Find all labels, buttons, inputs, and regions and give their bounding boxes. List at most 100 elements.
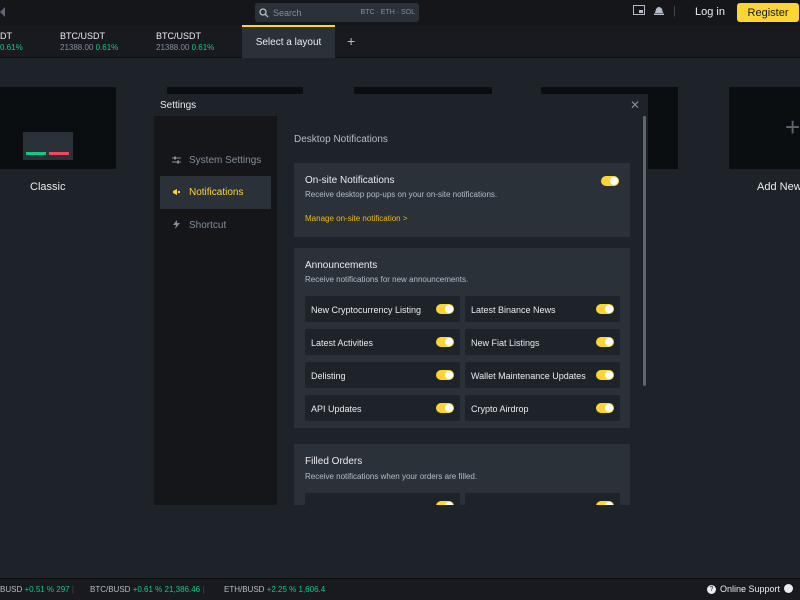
sliders-icon: [172, 156, 186, 166]
ticker-change: 0.61%: [191, 43, 215, 52]
collapse-arrow-icon[interactable]: [0, 7, 5, 17]
layout-label-classic: Classic: [30, 181, 66, 193]
option-label: New Cryptocurrency Listing: [311, 305, 422, 315]
announcements-desc: Receive notifications for new announceme…: [305, 275, 469, 284]
top-bar: Search BTC · ETH · SOL | Log in Register: [0, 0, 800, 25]
more-icon[interactable]: [784, 584, 793, 593]
layout-label-add-new: Add New: [757, 181, 800, 193]
search-tags: BTC · ETH · SOL: [360, 9, 415, 16]
ticker-price: 297: [56, 585, 70, 594]
onsite-desc: Receive desktop pop-ups on your on-site …: [305, 190, 498, 199]
modal-header: Settings ✕: [154, 94, 648, 116]
filled-orders-panel: Filled Orders Receive notifications when…: [294, 444, 630, 505]
ticker-change: +2.25 %: [266, 585, 297, 594]
option-label: Wallet Maintenance Updates: [471, 371, 586, 381]
filled-orders-title: Filled Orders: [305, 456, 363, 467]
register-button[interactable]: Register: [737, 3, 799, 22]
option-toggle[interactable]: [596, 337, 614, 347]
ticker-symbol: BTC/USDT: [156, 31, 201, 41]
bottom-ticker-item[interactable]: ETH/BUSD +2.25 % 1,606.4: [224, 585, 325, 594]
search-box[interactable]: Search BTC · ETH · SOL: [255, 3, 419, 22]
onsite-toggle[interactable]: [601, 176, 619, 186]
option-delisting: Delisting: [305, 362, 460, 388]
option-toggle[interactable]: [436, 370, 454, 380]
ticker-price: 0.61%: [0, 42, 23, 53]
tab-select-layout[interactable]: Select a layout: [242, 25, 335, 58]
option-label: API Updates: [311, 404, 362, 414]
option-latest-binance-news: Latest Binance News: [465, 296, 620, 322]
onsite-title: On-site Notifications: [305, 175, 395, 186]
sidebar-item-label: Notifications: [189, 187, 244, 198]
ticker-change: 0.61%: [95, 43, 119, 52]
option-crypto-airdrop: Crypto Airdrop: [465, 395, 620, 421]
section-title: Desktop Notifications: [294, 134, 388, 145]
option-latest-activities: Latest Activities: [305, 329, 460, 355]
content-scrollbar[interactable]: [643, 116, 646, 386]
ticker-change: 0.61%: [0, 43, 23, 52]
bolt-icon: [172, 220, 186, 231]
layout-card-add-new[interactable]: +: [729, 87, 800, 169]
ticker-price: 1,606.4: [298, 585, 326, 594]
support-label: Online Support: [720, 584, 781, 594]
ticker-symbol: DT: [0, 31, 12, 41]
bottom-ticker-item[interactable]: BUSD +0.51 % 297 |: [0, 585, 74, 594]
ticker-bar: DT 0.61% BTC/USDT 21388.00 0.61% BTC/USD…: [0, 25, 800, 58]
add-tab-icon[interactable]: +: [347, 33, 355, 49]
announcements-title: Announcements: [305, 260, 378, 271]
option-label: Delisting: [311, 371, 346, 381]
sidebar-item-label: Shortcut: [189, 220, 227, 231]
option-toggle[interactable]: [436, 403, 454, 413]
close-icon[interactable]: ✕: [630, 98, 640, 112]
plus-icon: +: [785, 112, 800, 142]
settings-content: Desktop Notifications On-site Notificati…: [277, 116, 648, 505]
modal-title: Settings: [160, 100, 197, 111]
option-toggle[interactable]: [436, 501, 454, 505]
filled-orders-desc: Receive notifications when your orders a…: [305, 472, 478, 481]
onsite-panel: On-site Notifications Receive desktop po…: [294, 163, 630, 237]
settings-modal: Settings ✕ System Settings Notifications…: [154, 94, 648, 505]
option-toggle[interactable]: [596, 304, 614, 314]
sidebar-item-notifications[interactable]: Notifications: [160, 176, 271, 209]
bottom-ticker-item[interactable]: BTC/BUSD +0.61 % 21,386.46 |: [90, 585, 204, 594]
option-toggle[interactable]: [596, 501, 614, 505]
ticker-item[interactable]: BTC/USDT 21388.00 0.61%: [156, 31, 214, 53]
option-label: Latest Binance News: [471, 305, 556, 315]
option-label: Latest Activities: [311, 338, 374, 348]
help-icon: ?: [707, 584, 716, 594]
search-placeholder[interactable]: Search: [273, 8, 361, 18]
option-toggle[interactable]: [596, 403, 614, 413]
option-label: Crypto Airdrop: [471, 404, 529, 414]
ticker-item[interactable]: DT 0.61%: [0, 31, 23, 53]
ticker-item[interactable]: BTC/USDT 21388.00 0.61%: [60, 31, 118, 53]
online-support-button[interactable]: ? Online Support: [707, 584, 780, 594]
option-new-cryptocurrency-listing: New Cryptocurrency Listing: [305, 296, 460, 322]
option-toggle[interactable]: [596, 370, 614, 380]
option-row: [305, 493, 460, 505]
ticker-change: +0.51 %: [24, 585, 55, 594]
ticker-price: 21388.00 0.61%: [156, 43, 215, 52]
bottom-ticker-bar: BUSD +0.51 % 297 | BTC/BUSD +0.61 % 21,3…: [0, 578, 800, 600]
option-toggle[interactable]: [436, 337, 454, 347]
login-link[interactable]: Log in: [695, 6, 725, 18]
search-icon: [255, 7, 273, 18]
layout-card-classic[interactable]: [0, 87, 116, 169]
settings-sidebar: System Settings Notifications Shortcut: [154, 116, 277, 505]
option-wallet-maintenance-updates: Wallet Maintenance Updates: [465, 362, 620, 388]
ticker-change: +0.61 %: [132, 585, 163, 594]
ticker-symbol: BTC/BUSD: [90, 585, 131, 594]
sidebar-item-system-settings[interactable]: System Settings: [160, 144, 271, 177]
ticker-symbol: ETH/BUSD: [224, 585, 265, 594]
ticker-symbol: BUSD: [0, 585, 23, 594]
option-new-fiat-listings: New Fiat Listings: [465, 329, 620, 355]
notification-icon[interactable]: [653, 5, 665, 19]
ticker-symbol: BTC/USDT: [60, 31, 105, 41]
sidebar-item-shortcut[interactable]: Shortcut: [160, 209, 271, 242]
manage-onsite-link[interactable]: Manage on-site notification >: [305, 214, 408, 223]
option-api-updates: API Updates: [305, 395, 460, 421]
topbar-icons: |: [633, 5, 676, 19]
megaphone-icon: [172, 188, 186, 198]
ticker-price: 21388.00 0.61%: [60, 43, 119, 52]
announcements-panel: Announcements Receive notifications for …: [294, 248, 630, 428]
layout-icon[interactable]: [633, 5, 645, 19]
option-toggle[interactable]: [436, 304, 454, 314]
